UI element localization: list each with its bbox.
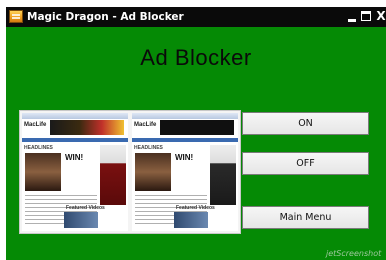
preview-video-thumb (64, 212, 98, 228)
preview-after-screenshot: MacLife HEADLINES WIN! Featured Videos (132, 113, 238, 231)
preview-side-block (210, 145, 236, 205)
app-icon (9, 10, 23, 23)
ad-banner (50, 120, 124, 135)
maximize-button[interactable] (359, 9, 373, 24)
browser-toolbar (22, 113, 128, 119)
preview-video-label: Featured Videos (66, 205, 105, 211)
main-menu-button[interactable]: Main Menu (242, 206, 369, 229)
minimize-icon (348, 19, 356, 22)
preview-photo (25, 153, 61, 191)
app-window: Magic Dragon - Ad Blocker X Ad Blocker M… (6, 7, 386, 260)
watermark: jetScreenshot (326, 249, 382, 258)
preview-side-ad (100, 145, 126, 205)
page-title: Ad Blocker (140, 45, 252, 70)
preview-video-label: Featured Videos (176, 205, 215, 211)
on-button[interactable]: ON (242, 112, 369, 135)
close-button[interactable]: X (374, 9, 386, 24)
maximize-icon (361, 11, 371, 21)
browser-toolbar (132, 113, 238, 119)
preview-before-screenshot: MacLife HEADLINES WIN! Featured Videos (22, 113, 128, 231)
preview-nav (22, 138, 128, 142)
preview-logo: MacLife (134, 122, 157, 128)
window-title: Magic Dragon - Ad Blocker (27, 11, 184, 23)
preview-win-text: WIN! (65, 153, 84, 162)
preview-nav (132, 138, 238, 142)
preview-photo (135, 153, 171, 191)
website-preview-image: MacLife HEADLINES WIN! Featured Videos M… (19, 110, 241, 234)
preview-video-thumb (174, 212, 208, 228)
preview-headline: HEADLINES (134, 145, 163, 151)
blocked-ad-banner (160, 120, 234, 135)
minimize-button[interactable] (345, 9, 359, 24)
off-button[interactable]: OFF (242, 152, 369, 175)
title-bar[interactable]: Magic Dragon - Ad Blocker X (6, 7, 386, 27)
preview-win-text: WIN! (175, 153, 194, 162)
preview-headline: HEADLINES (24, 145, 53, 151)
preview-logo: MacLife (24, 122, 47, 128)
